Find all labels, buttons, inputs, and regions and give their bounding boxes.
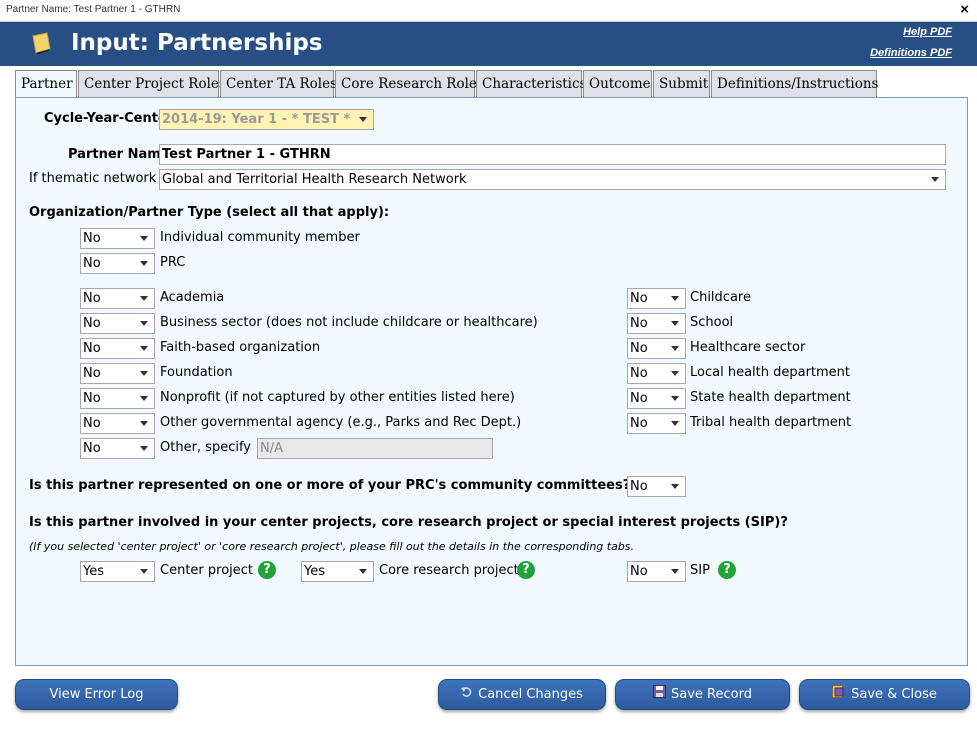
org-other-label: Other, specify <box>160 440 251 455</box>
chevron-down-icon <box>671 569 679 574</box>
org-other-select[interactable]: No <box>80 438 155 459</box>
chevron-down-icon <box>140 396 148 401</box>
header-bar: Input: Partnerships Help PDF Definitions… <box>0 22 977 66</box>
chevron-down-icon <box>140 569 148 574</box>
chevron-down-icon <box>140 321 148 326</box>
org-prc-select[interactable]: No <box>80 253 155 274</box>
org-foundation-label: Foundation <box>160 365 233 380</box>
chevron-down-icon <box>671 371 679 376</box>
org-gov-agency-label: Other governmental agency (e.g., Parks a… <box>160 415 522 430</box>
chevron-down-icon <box>140 421 148 426</box>
help-icon[interactable]: ? <box>517 561 535 579</box>
tab-submit[interactable]: Submit <box>653 70 710 97</box>
note-icon <box>30 32 52 58</box>
cancel-changes-button[interactable]: Cancel Changes <box>438 679 606 710</box>
help-icon[interactable]: ? <box>718 561 736 579</box>
core-research-label: Core research project <box>379 563 519 578</box>
chevron-down-icon <box>931 177 939 182</box>
cycle-year-center-label: Cycle-Year-Center <box>44 111 174 126</box>
org-tribal-health-select[interactable]: No <box>627 413 686 434</box>
committee-select[interactable]: No <box>627 476 686 497</box>
org-childcare-select[interactable]: No <box>627 288 686 309</box>
definitions-pdf-link[interactable]: Definitions PDF <box>870 47 952 59</box>
org-prc-label: PRC <box>160 255 186 270</box>
chevron-down-icon <box>671 321 679 326</box>
cycle-year-center-select[interactable]: 2014-19: Year 1 - * TEST * <box>159 109 374 130</box>
save-icon <box>653 680 667 709</box>
thematic-network-select[interactable]: Global and Territorial Health Research N… <box>159 169 946 190</box>
org-tribal-health-label: Tribal health department <box>690 415 852 430</box>
involvement-question: Is this partner involved in your center … <box>29 515 788 530</box>
org-healthcare-select[interactable]: No <box>627 338 686 359</box>
org-faith-select[interactable]: No <box>80 338 155 359</box>
thematic-network-label: If thematic network <box>29 171 157 186</box>
org-faith-label: Faith-based organization <box>160 340 321 355</box>
center-project-label: Center project <box>160 563 254 578</box>
involvement-note: (If you selected 'center project' or 'co… <box>29 540 635 553</box>
org-business-select[interactable]: No <box>80 313 155 334</box>
org-healthcare-label: Healthcare sector <box>690 340 806 355</box>
org-local-health-select[interactable]: No <box>627 363 686 384</box>
save-close-icon <box>832 680 846 709</box>
center-project-select[interactable]: Yes <box>80 561 155 582</box>
org-nonprofit-label: Nonprofit (if not captured by other enti… <box>160 390 515 405</box>
org-foundation-select[interactable]: No <box>80 363 155 384</box>
committee-question: Is this partner represented on one or mo… <box>29 478 631 493</box>
org-state-health-select[interactable]: No <box>627 388 686 409</box>
close-icon[interactable]: × <box>960 1 969 18</box>
org-school-label: School <box>690 315 734 330</box>
help-icon[interactable]: ? <box>258 561 276 579</box>
cycle-year-center-value: 2014-19: Year 1 - * TEST * <box>162 112 351 127</box>
thematic-network-value: Global and Territorial Health Research N… <box>162 172 467 187</box>
help-pdf-link[interactable]: Help PDF <box>903 26 952 38</box>
sip-label: SIP <box>690 563 710 578</box>
org-gov-agency-select[interactable]: No <box>80 413 155 434</box>
page-title: Input: Partnerships <box>71 30 323 56</box>
org-school-select[interactable]: No <box>627 313 686 334</box>
org-individual-label: Individual community member <box>160 230 360 245</box>
tab-partner[interactable]: Partner <box>15 70 77 98</box>
core-research-select[interactable]: Yes <box>301 561 374 582</box>
partner-name-field[interactable]: Test Partner 1 - GTHRN <box>159 144 946 165</box>
tab-definitions-instructions[interactable]: Definitions/Instructions <box>711 70 878 97</box>
chevron-down-icon <box>671 346 679 351</box>
chevron-down-icon <box>140 236 148 241</box>
org-nonprofit-select[interactable]: No <box>80 388 155 409</box>
tab-outcome[interactable]: Outcome <box>583 70 652 97</box>
chevron-down-icon <box>671 296 679 301</box>
tab-center-project-roles[interactable]: Center Project Roles <box>78 70 226 97</box>
tab-core-research-roles[interactable]: Core Research Roles <box>335 70 484 97</box>
save-and-close-button[interactable]: Save & Close <box>799 679 970 710</box>
chevron-down-icon <box>140 346 148 351</box>
chevron-down-icon <box>671 484 679 489</box>
org-individual-select[interactable]: No <box>80 228 155 249</box>
undo-icon <box>461 680 473 709</box>
tab-characteristics[interactable]: Characteristics <box>476 70 586 97</box>
org-academia-select[interactable]: No <box>80 288 155 309</box>
chevron-down-icon <box>140 371 148 376</box>
chevron-down-icon <box>140 446 148 451</box>
org-business-label: Business sector (does not include childc… <box>160 315 538 330</box>
view-error-log-button[interactable]: View Error Log <box>15 679 178 710</box>
save-record-button[interactable]: Save Record <box>615 679 790 710</box>
window-title: Partner Name: Test Partner 1 - GTHRN <box>6 4 181 15</box>
org-academia-label: Academia <box>160 290 225 305</box>
org-state-health-label: State health department <box>690 390 851 405</box>
chevron-down-icon <box>671 396 679 401</box>
sip-select[interactable]: No <box>627 561 686 582</box>
org-childcare-label: Childcare <box>690 290 751 305</box>
org-local-health-label: Local health department <box>690 365 851 380</box>
chevron-down-icon <box>359 117 367 122</box>
tab-center-ta-roles[interactable]: Center TA Roles <box>220 70 337 97</box>
chevron-down-icon <box>359 569 367 574</box>
chevron-down-icon <box>140 261 148 266</box>
org-other-specify-field[interactable]: N/A <box>257 438 493 459</box>
partner-name-label: Partner Name <box>68 147 170 162</box>
chevron-down-icon <box>140 296 148 301</box>
window-titlebar: Partner Name: Test Partner 1 - GTHRN × <box>0 0 977 22</box>
org-type-heading: Organization/Partner Type (select all th… <box>29 205 390 220</box>
chevron-down-icon <box>671 421 679 426</box>
